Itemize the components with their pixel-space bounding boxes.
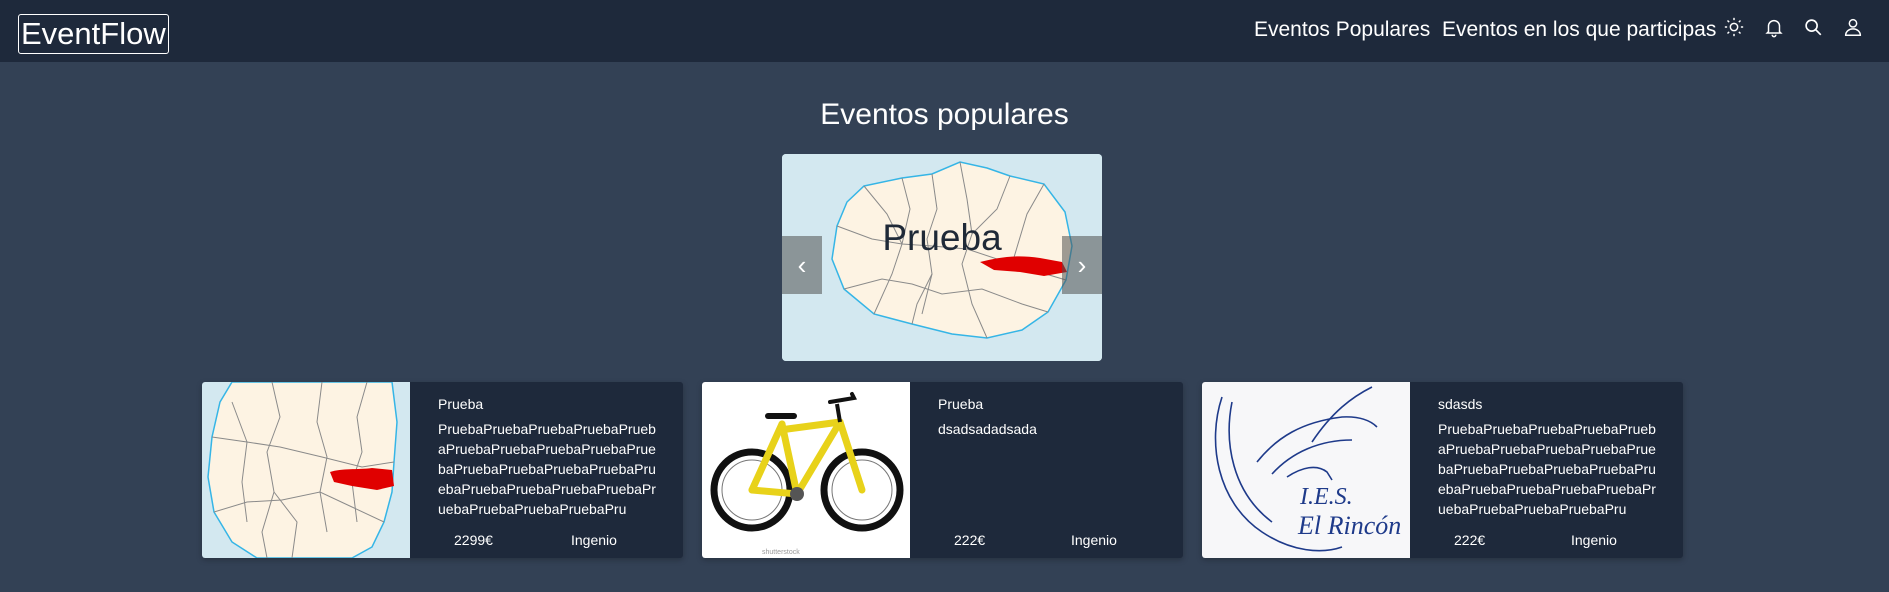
carousel-prev-button[interactable]: ‹ <box>782 236 822 294</box>
search-icon[interactable] <box>1802 16 1824 38</box>
svg-text:shutterstock: shutterstock <box>762 549 800 556</box>
event-card-location: Ingenio <box>571 532 617 548</box>
event-card-image: I.E.S. El Rincón <box>1202 382 1410 558</box>
carousel-caption: Prueba <box>882 217 1002 258</box>
event-card-title: sdasds <box>1438 396 1483 412</box>
event-card-location: Ingenio <box>1571 532 1617 548</box>
event-card[interactable]: shutterstock Prueba dsadsadadsada 222€ I… <box>702 382 1183 558</box>
logo-text-line1: I.E.S. <box>1299 484 1353 510</box>
event-card-image: shutterstock <box>702 382 910 558</box>
ies-el-rincon-logo: I.E.S. El Rincón <box>1202 382 1410 558</box>
event-card[interactable]: I.E.S. El Rincón sdasds PruebaPruebaPrue… <box>1202 382 1683 558</box>
event-card-description: dsadsadadsada <box>938 421 1037 437</box>
user-icon[interactable] <box>1842 16 1864 38</box>
event-card-price: 2299€ <box>454 532 493 548</box>
navbar: EventFlow Eventos Populares Eventos en l… <box>0 0 1889 62</box>
event-card-title: Prueba <box>438 396 484 412</box>
bell-icon[interactable] <box>1763 16 1785 38</box>
island-map-image <box>202 382 410 558</box>
sun-icon[interactable] <box>1723 16 1745 38</box>
carousel-next-button[interactable]: › <box>1062 236 1102 294</box>
event-card-description: PruebaPruebaPruebaPruebaPruebaPruebaPrue… <box>438 421 656 517</box>
nav-link-eventos-participas[interactable]: Eventos en los que participas <box>1442 17 1716 43</box>
event-card-title: Prueba <box>938 396 984 412</box>
event-card-image <box>202 382 410 558</box>
carousel[interactable]: Prueba ‹ › <box>782 154 1102 361</box>
event-card-description: PruebaPruebaPruebaPruebaPruebaPruebaPrue… <box>1438 421 1656 517</box>
event-card[interactable]: Prueba PruebaPruebaPruebaPruebaPruebaPru… <box>202 382 683 558</box>
nav-link-eventos-populares[interactable]: Eventos Populares <box>1254 17 1430 43</box>
brand-logo[interactable]: EventFlow <box>18 14 169 54</box>
event-card-location: Ingenio <box>1071 532 1117 548</box>
page-title: Eventos populares <box>820 98 1069 131</box>
event-card-price: 222€ <box>1454 532 1486 548</box>
yellow-bicycle-image: shutterstock <box>702 382 910 558</box>
event-card-price: 222€ <box>954 532 986 548</box>
logo-text-line2: El Rincón <box>1297 511 1401 540</box>
